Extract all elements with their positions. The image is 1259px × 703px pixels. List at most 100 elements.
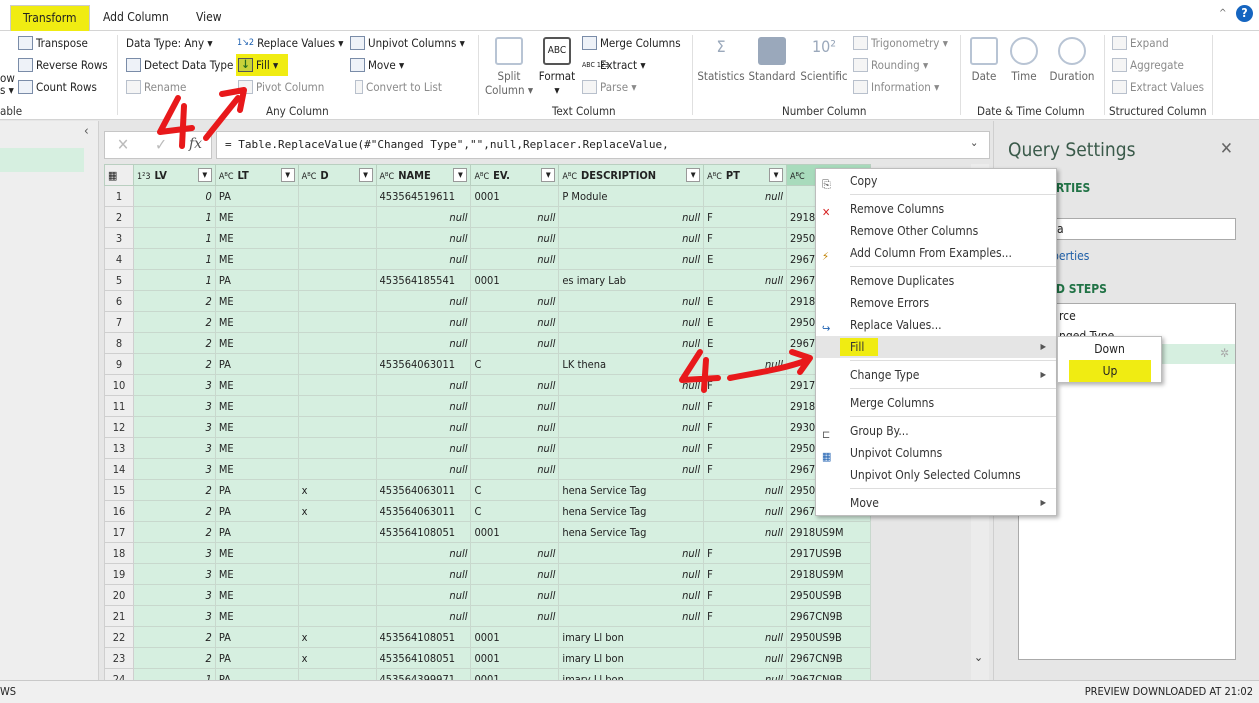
filter-dropdown-icon[interactable]: ▼ <box>197 168 212 182</box>
table-cell[interactable]: C <box>470 353 560 375</box>
table-cell[interactable]: null <box>375 395 472 417</box>
table-cell[interactable]: E <box>703 290 788 312</box>
table-cell[interactable]: null <box>703 269 788 291</box>
table-cell[interactable]: ME <box>214 458 299 480</box>
table-cell[interactable]: PA <box>214 185 299 207</box>
table-cell[interactable] <box>297 290 377 312</box>
collapse-pane-icon[interactable]: ‹ <box>84 124 89 139</box>
table-cell[interactable]: null <box>470 437 560 459</box>
table-cell[interactable]: null <box>375 311 472 333</box>
table-cell[interactable]: 2918US9M <box>786 521 871 543</box>
table-cell[interactable]: 2 <box>132 353 216 375</box>
table-cell[interactable]: 2 <box>132 647 216 669</box>
row-number[interactable]: 1 <box>104 185 134 207</box>
table-cell[interactable]: PA <box>214 500 299 522</box>
formula-input[interactable]: = Table.ReplaceValue(#"Changed Type","",… <box>216 131 990 159</box>
table-cell[interactable]: PA <box>214 626 299 648</box>
filter-dropdown-icon[interactable]: ▼ <box>769 168 784 182</box>
menu-item-unpivot-columns[interactable]: ▦ Unpivot Columns <box>816 442 1056 464</box>
row-number[interactable]: 21 <box>104 605 134 627</box>
row-number[interactable]: 6 <box>104 290 134 312</box>
table-cell[interactable]: null <box>558 458 705 480</box>
table-cell[interactable]: ME <box>214 206 299 228</box>
format-button[interactable]: ABC Format ▾ <box>536 37 578 97</box>
table-cell[interactable]: 0001 <box>470 647 560 669</box>
tab-transform[interactable]: Transform <box>10 5 90 31</box>
table-cell[interactable]: 3 <box>132 584 216 606</box>
table-cell[interactable]: 3 <box>132 416 216 438</box>
table-cell[interactable]: null <box>375 227 472 249</box>
table-cell[interactable] <box>297 416 377 438</box>
table-cell[interactable]: 2917US9B <box>786 542 871 564</box>
table-cell[interactable]: 453564108051 <box>375 647 472 669</box>
table-cell[interactable]: imary Ll bon <box>558 626 705 648</box>
close-icon[interactable]: ✕ <box>1220 139 1233 159</box>
table-cell[interactable]: F <box>703 395 788 417</box>
table-cell[interactable]: null <box>558 605 705 627</box>
replace-values-button[interactable]: 1↘2 Replace Values ▾ <box>237 36 343 50</box>
table-cell[interactable]: ME <box>214 332 299 354</box>
row-number[interactable]: 12 <box>104 416 134 438</box>
data-type-dropdown[interactable]: Data Type: Any ▾ <box>126 36 213 50</box>
table-cell[interactable]: F <box>703 584 788 606</box>
table-cell[interactable]: null <box>703 500 788 522</box>
table-cell[interactable] <box>297 374 377 396</box>
menu-item-move[interactable]: Move ▶ <box>816 492 1056 514</box>
filter-dropdown-icon[interactable]: ▼ <box>280 168 295 182</box>
table-cell[interactable]: 2 <box>132 626 216 648</box>
table-cell[interactable]: null <box>375 248 472 270</box>
table-cell[interactable]: null <box>558 227 705 249</box>
menu-item-remove-columns[interactable]: ✕ Remove Columns <box>816 198 1056 220</box>
table-cell[interactable] <box>297 584 377 606</box>
row-number[interactable]: 15 <box>104 479 134 501</box>
table-cell[interactable]: null <box>375 542 472 564</box>
row-number[interactable]: 8 <box>104 332 134 354</box>
menu-item-change-type[interactable]: Change Type ▶ <box>816 364 1056 386</box>
table-cell[interactable]: F <box>703 542 788 564</box>
table-cell[interactable]: 3 <box>132 542 216 564</box>
table-cell[interactable]: null <box>375 437 472 459</box>
table-cell[interactable]: null <box>703 626 788 648</box>
count-rows-button[interactable]: Count Rows <box>18 80 97 94</box>
table-cell[interactable]: null <box>375 458 472 480</box>
split-column-button[interactable]: Split Column ▾ <box>484 37 534 97</box>
table-cell[interactable]: 2 <box>132 500 216 522</box>
aggregate-button[interactable]: Aggregate <box>1112 58 1184 72</box>
menu-item-remove-errors[interactable]: Remove Errors <box>816 292 1056 314</box>
tab-view[interactable]: View <box>184 5 234 31</box>
row-number[interactable]: 7 <box>104 311 134 333</box>
table-cell[interactable]: 2967CN9B <box>786 668 871 680</box>
expand-formula-icon[interactable]: ⌄ <box>970 136 978 149</box>
table-cell[interactable]: null <box>558 248 705 270</box>
filter-dropdown-icon[interactable]: ▼ <box>453 168 468 182</box>
table-menu-icon[interactable]: ▦ <box>104 164 134 186</box>
filter-dropdown-icon[interactable]: ▼ <box>686 168 701 182</box>
table-cell[interactable]: 2950US9B <box>786 626 871 648</box>
table-cell[interactable] <box>297 563 377 585</box>
table-cell[interactable]: 2 <box>132 521 216 543</box>
table-cell[interactable]: ME <box>214 416 299 438</box>
table-cell[interactable]: PA <box>214 353 299 375</box>
table-cell[interactable]: null <box>703 521 788 543</box>
partial-button-2[interactable]: s ▾ <box>0 83 14 97</box>
menu-item-group-by[interactable]: ⊏ Group By... <box>816 420 1056 442</box>
table-cell[interactable]: C <box>470 479 560 501</box>
table-cell[interactable]: 453564063011 <box>375 353 472 375</box>
row-number[interactable]: 23 <box>104 647 134 669</box>
table-cell[interactable]: 3 <box>132 374 216 396</box>
fill-button[interactable]: ↓ Fill ▾ <box>236 54 289 76</box>
table-cell[interactable]: 1 <box>132 206 216 228</box>
row-number[interactable]: 19 <box>104 563 134 585</box>
table-cell[interactable]: null <box>703 479 788 501</box>
table-cell[interactable]: null <box>375 374 472 396</box>
column-header[interactable]: AᴮC D ▼ <box>297 164 377 186</box>
menu-item-remove-duplicates[interactable]: Remove Duplicates <box>816 270 1056 292</box>
table-cell[interactable]: null <box>375 416 472 438</box>
table-cell[interactable]: null <box>470 395 560 417</box>
table-cell[interactable]: PA <box>214 668 299 680</box>
table-cell[interactable]: P Module <box>558 185 705 207</box>
detect-data-type-button[interactable]: Detect Data Type <box>126 58 233 72</box>
table-cell[interactable]: ME <box>214 542 299 564</box>
table-cell[interactable]: ME <box>214 605 299 627</box>
table-cell[interactable]: PA <box>214 479 299 501</box>
